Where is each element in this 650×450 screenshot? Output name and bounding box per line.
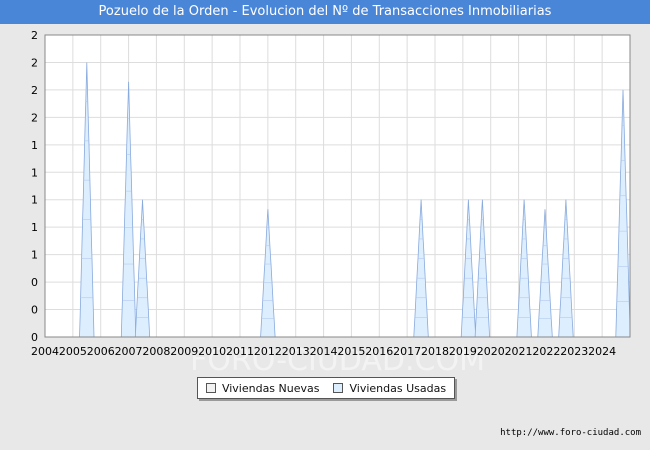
- x-tick-label-2024: 2024: [588, 345, 616, 358]
- x-tick-label-2008: 2008: [142, 345, 170, 358]
- source-url: http://www.foro-ciudad.com: [500, 428, 641, 438]
- x-tick-label-2012: 2012: [254, 345, 282, 358]
- x-tick-label-2005: 2005: [59, 345, 87, 358]
- x-tick-label-2013: 2013: [282, 345, 310, 358]
- legend-label-usadas: Viviendas Usadas: [349, 381, 447, 395]
- x-tick-label-2007: 2007: [115, 345, 143, 358]
- x-tick-label-2011: 2011: [226, 345, 254, 358]
- y-tick-label-3: 1: [31, 249, 38, 262]
- y-tick-label-5: 1: [31, 194, 38, 207]
- x-tick-label-2016: 2016: [365, 345, 393, 358]
- x-tick-label-2014: 2014: [310, 345, 338, 358]
- x-tick-label-2022: 2022: [532, 345, 560, 358]
- y-tick-label-11: 2: [31, 29, 38, 42]
- x-tick-label-2020: 2020: [477, 345, 505, 358]
- y-tick-label-0: 0: [31, 331, 38, 344]
- y-tick-label-2: 0: [31, 276, 38, 289]
- x-tick-label-2021: 2021: [505, 345, 533, 358]
- legend-label-nuevas: Viviendas Nuevas: [221, 381, 320, 395]
- y-tick-label-1: 0: [31, 304, 38, 317]
- x-tick-label-2009: 2009: [170, 345, 198, 358]
- x-tick-label-2018: 2018: [421, 345, 449, 358]
- x-tick-label-2015: 2015: [337, 345, 365, 358]
- legend-entry-usadas: Viviendas Usadas: [333, 382, 446, 395]
- y-tick-label-10: 2: [31, 56, 38, 69]
- legend-swatch-usadas: [333, 383, 344, 393]
- legend: Viviendas Nuevas Viviendas Usadas: [197, 377, 455, 399]
- x-axis: 2004 2005 2006 2007 2008 2009 2010 2011 2012 2013…: [31, 345, 616, 358]
- x-tick-label-2004: 2004: [31, 345, 59, 358]
- y-tick-label-7: 1: [31, 139, 38, 152]
- legend-swatch-nuevas: [205, 383, 216, 393]
- y-axis: 0 0 0 1 1 1 1 1 2 2 2 2: [31, 29, 38, 344]
- y-tick-label-8: 2: [31, 111, 38, 124]
- y-tick-label-9: 2: [31, 84, 38, 97]
- legend-entry-nuevas: Viviendas Nuevas: [205, 381, 320, 395]
- x-tick-label-2023: 2023: [560, 345, 588, 358]
- x-tick-label-2010: 2010: [198, 345, 226, 358]
- y-tick-label-4: 1: [31, 221, 38, 234]
- x-tick-label-2017: 2017: [393, 345, 421, 358]
- x-tick-label-2019: 2019: [449, 345, 477, 358]
- y-tick-label-6: 1: [31, 166, 38, 179]
- x-tick-label-2006: 2006: [87, 345, 115, 358]
